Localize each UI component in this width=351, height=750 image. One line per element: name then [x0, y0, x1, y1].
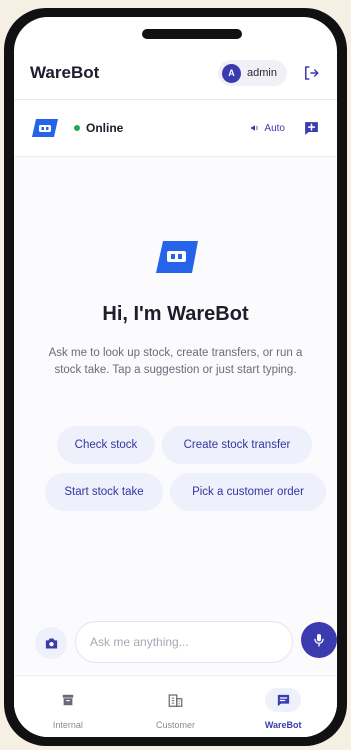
phone-notch	[142, 29, 242, 39]
suggestion-check-stock[interactable]: Check stock	[57, 426, 155, 464]
app-header: WareBot A admin	[14, 47, 337, 99]
chat-icon	[265, 688, 302, 712]
welcome-title: Hi, I'm WareBot	[102, 303, 249, 325]
header-actions: A admin	[218, 60, 321, 86]
online-label: Online	[86, 121, 124, 135]
welcome-description: Ask me to look up stock, create transfer…	[48, 347, 303, 376]
camera-button[interactable]	[35, 627, 67, 659]
speaker-icon	[251, 125, 258, 131]
online-status: Online	[74, 121, 123, 135]
phone-frame: WareBot A admin Online Auto Hi, I'm Ware…	[4, 8, 347, 746]
building-icon	[158, 688, 194, 712]
mic-icon	[314, 634, 324, 647]
nav-label-internal: Internal	[52, 720, 83, 730]
suggestion-pick-order[interactable]: Pick a customer order	[170, 473, 326, 511]
mic-button[interactable]	[301, 622, 337, 658]
chat-status-bar: Online Auto	[14, 100, 337, 156]
chat-welcome-area: Hi, I'm WareBot Ask me to look up stock,…	[14, 157, 337, 617]
camera-icon	[45, 638, 57, 648]
nav-tab-internal[interactable]: Internal	[14, 676, 122, 737]
auto-label: Auto	[264, 122, 285, 134]
app-screen: WareBot A admin Online Auto Hi, I'm Ware…	[14, 17, 337, 737]
suggestion-start-stock-take[interactable]: Start stock take	[45, 473, 163, 511]
warebot-logo-icon	[30, 116, 60, 140]
warebot-hero-logo-icon	[156, 241, 198, 273]
app-title: WareBot	[30, 63, 100, 82]
user-name: admin	[247, 67, 277, 79]
home-indicator	[128, 728, 224, 733]
avatar: A	[222, 63, 242, 83]
new-chat-icon[interactable]	[301, 118, 321, 138]
message-input[interactable]	[75, 621, 293, 663]
message-composer	[14, 617, 337, 673]
archive-icon	[50, 688, 86, 712]
nav-label-warebot: WareBot	[264, 720, 302, 730]
suggestion-create-transfer[interactable]: Create stock transfer	[162, 426, 312, 464]
online-dot-icon	[74, 125, 80, 131]
auto-voice-toggle[interactable]: Auto	[250, 123, 285, 134]
status-actions: Auto	[250, 118, 321, 138]
nav-tab-warebot[interactable]: WareBot	[229, 676, 337, 737]
user-menu-chip[interactable]: A admin	[218, 60, 287, 86]
logout-icon[interactable]	[301, 63, 321, 83]
